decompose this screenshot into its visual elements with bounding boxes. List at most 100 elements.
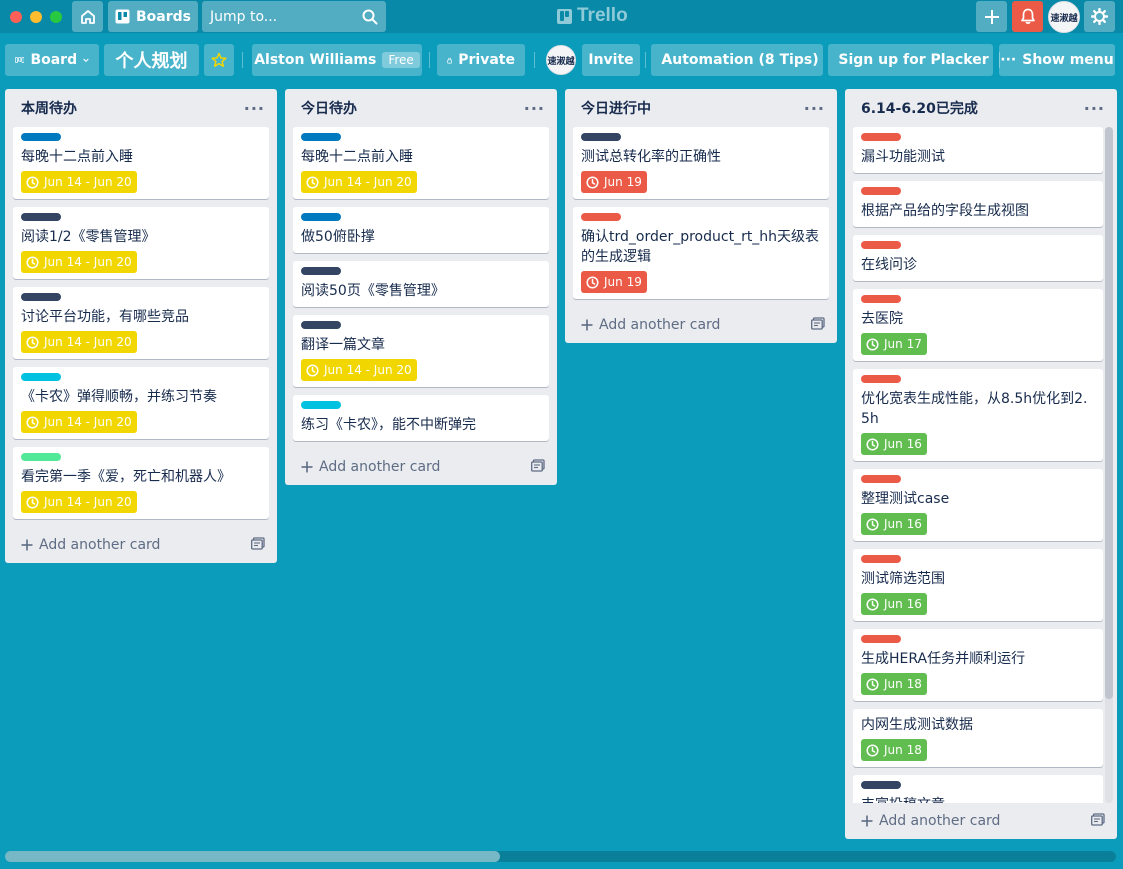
settings-button[interactable] xyxy=(1084,1,1115,32)
card-label[interactable] xyxy=(21,133,61,141)
card-label[interactable] xyxy=(861,475,901,483)
card[interactable]: 练习《卡农》，能不中断弹完 xyxy=(293,395,549,441)
due-date-badge[interactable]: Jun 14 - Jun 20 xyxy=(301,359,417,381)
add-card-button[interactable]: Add another card xyxy=(5,527,277,563)
card[interactable]: 翻译一篇文章 Jun 14 - Jun 20 xyxy=(293,315,549,387)
card[interactable]: 漏斗功能测试 xyxy=(853,127,1103,173)
due-date-badge[interactable]: Jun 14 - Jun 20 xyxy=(21,171,137,193)
card[interactable]: 生成HERA任务并顺利运行 Jun 18 xyxy=(853,629,1103,701)
board-member-avatar[interactable]: 速淑越 xyxy=(546,45,576,75)
card-label[interactable] xyxy=(861,781,901,789)
list-menu-icon[interactable]: ··· xyxy=(244,99,265,118)
card-label[interactable] xyxy=(21,213,61,221)
add-card-button[interactable]: Add another card xyxy=(565,307,837,343)
list-header[interactable]: 本周待办 ··· xyxy=(5,89,277,127)
list-header[interactable]: 6.14-6.20已完成 ··· xyxy=(845,89,1117,127)
card[interactable]: 测试总转化率的正确性 Jun 19 xyxy=(573,127,829,199)
due-date-badge[interactable]: Jun 18 xyxy=(861,673,927,695)
card[interactable]: 内网生成测试数据 Jun 18 xyxy=(853,709,1103,767)
boards-button[interactable]: Boards xyxy=(108,1,198,32)
card[interactable]: 做50俯卧撑 xyxy=(293,207,549,253)
card-label[interactable] xyxy=(21,293,61,301)
card[interactable]: 看完第一季《爱，死亡和机器人》 Jun 14 - Jun 20 xyxy=(13,447,269,519)
card[interactable]: 在线问诊 xyxy=(853,235,1103,281)
card-label[interactable] xyxy=(861,635,901,643)
invite-button[interactable]: Invite xyxy=(582,44,640,76)
due-date-badge[interactable]: Jun 16 xyxy=(861,513,927,535)
list-title[interactable]: 今日进行中 xyxy=(581,98,651,118)
card[interactable]: 阅读50页《零售管理》 xyxy=(293,261,549,307)
visibility-button[interactable]: Private xyxy=(437,44,525,76)
card-label[interactable] xyxy=(861,295,901,303)
trello-logo[interactable]: Trello xyxy=(557,4,628,28)
due-date-badge[interactable]: Jun 14 - Jun 20 xyxy=(301,171,417,193)
scrollbar-thumb[interactable] xyxy=(5,851,500,862)
list-menu-icon[interactable]: ··· xyxy=(1084,99,1105,118)
due-date-badge[interactable]: Jun 17 xyxy=(861,333,927,355)
due-date-badge[interactable]: Jun 14 - Jun 20 xyxy=(21,251,137,273)
board-horizontal-scrollbar[interactable] xyxy=(5,851,1116,862)
window-zoom-button[interactable] xyxy=(50,10,62,23)
card-label[interactable] xyxy=(861,133,901,141)
card[interactable]: 测试筛选范围 Jun 16 xyxy=(853,549,1103,621)
card-label[interactable] xyxy=(301,401,341,409)
placker-button[interactable]: Sign up for Placker xyxy=(828,44,993,76)
board-title[interactable]: 个人规划 xyxy=(104,44,199,76)
due-date-badge[interactable]: Jun 14 - Jun 20 xyxy=(21,331,137,353)
card-label[interactable] xyxy=(21,453,61,461)
home-button[interactable] xyxy=(72,1,103,32)
list-title[interactable]: 6.14-6.20已完成 xyxy=(861,98,978,118)
add-card-button[interactable]: Add another card xyxy=(285,449,557,485)
card[interactable]: 每晚十二点前入睡 Jun 14 - Jun 20 xyxy=(13,127,269,199)
card[interactable]: 优化宽表生成性能，从8.5h优化到2.5h Jun 16 xyxy=(853,369,1103,461)
card[interactable]: 每晚十二点前入睡 Jun 14 - Jun 20 xyxy=(293,127,549,199)
board-view-switcher[interactable]: Board xyxy=(5,44,99,76)
star-board-button[interactable] xyxy=(204,44,234,76)
create-from-template-button[interactable] xyxy=(251,536,265,554)
automation-button[interactable]: Automation (8 Tips) xyxy=(651,44,823,76)
window-minimize-button[interactable] xyxy=(30,10,42,23)
card-label[interactable] xyxy=(581,133,621,141)
list-header[interactable]: 今日待办 ··· xyxy=(285,89,557,127)
card[interactable]: 丰富投稿文章 xyxy=(853,775,1103,803)
card[interactable]: 确认trd_order_product_rt_hh天级表的生成逻辑 Jun 19 xyxy=(573,207,829,299)
list-vertical-scrollbar[interactable] xyxy=(1105,127,1113,803)
card[interactable]: 讨论平台功能，有哪些竞品 Jun 14 - Jun 20 xyxy=(13,287,269,359)
card[interactable]: 根据产品给的字段生成视图 xyxy=(853,181,1103,227)
add-card-button[interactable]: Add another card xyxy=(845,803,1117,839)
card-label[interactable] xyxy=(581,213,621,221)
create-from-template-button[interactable] xyxy=(531,458,545,476)
due-date-badge[interactable]: Jun 18 xyxy=(861,739,927,761)
notifications-button[interactable] xyxy=(1012,1,1043,32)
card-label[interactable] xyxy=(301,213,341,221)
search-input[interactable]: Jump to... xyxy=(202,1,386,32)
due-date-badge[interactable]: Jun 16 xyxy=(861,593,927,615)
card[interactable]: 《卡农》弹得顺畅，并练习节奏 Jun 14 - Jun 20 xyxy=(13,367,269,439)
create-button[interactable] xyxy=(976,1,1007,32)
list-title[interactable]: 今日待办 xyxy=(301,98,357,118)
due-date-badge[interactable]: Jun 14 - Jun 20 xyxy=(21,411,137,433)
scrollbar-thumb[interactable] xyxy=(1105,127,1113,699)
list-menu-icon[interactable]: ··· xyxy=(804,99,825,118)
due-date-badge[interactable]: Jun 19 xyxy=(581,171,647,193)
list-title[interactable]: 本周待办 xyxy=(21,98,77,118)
due-date-badge[interactable]: Jun 14 - Jun 20 xyxy=(21,491,137,513)
due-date-badge[interactable]: Jun 16 xyxy=(861,433,927,455)
list-header[interactable]: 今日进行中 ··· xyxy=(565,89,837,127)
due-date-badge[interactable]: Jun 19 xyxy=(581,271,647,293)
card[interactable]: 去医院 Jun 17 xyxy=(853,289,1103,361)
card-label[interactable] xyxy=(301,267,341,275)
card-label[interactable] xyxy=(21,373,61,381)
card-label[interactable] xyxy=(861,241,901,249)
card-label[interactable] xyxy=(861,375,901,383)
list-menu-icon[interactable]: ··· xyxy=(524,99,545,118)
card-label[interactable] xyxy=(861,555,901,563)
card[interactable]: 整理测试case Jun 16 xyxy=(853,469,1103,541)
create-from-template-button[interactable] xyxy=(811,316,825,334)
card[interactable]: 阅读1/2《零售管理》 Jun 14 - Jun 20 xyxy=(13,207,269,279)
team-button[interactable]: Alston Williams Free xyxy=(252,44,422,76)
card-label[interactable] xyxy=(301,133,341,141)
member-avatar[interactable]: 速淑越 xyxy=(1048,1,1080,33)
card-label[interactable] xyxy=(861,187,901,195)
create-from-template-button[interactable] xyxy=(1091,812,1105,830)
